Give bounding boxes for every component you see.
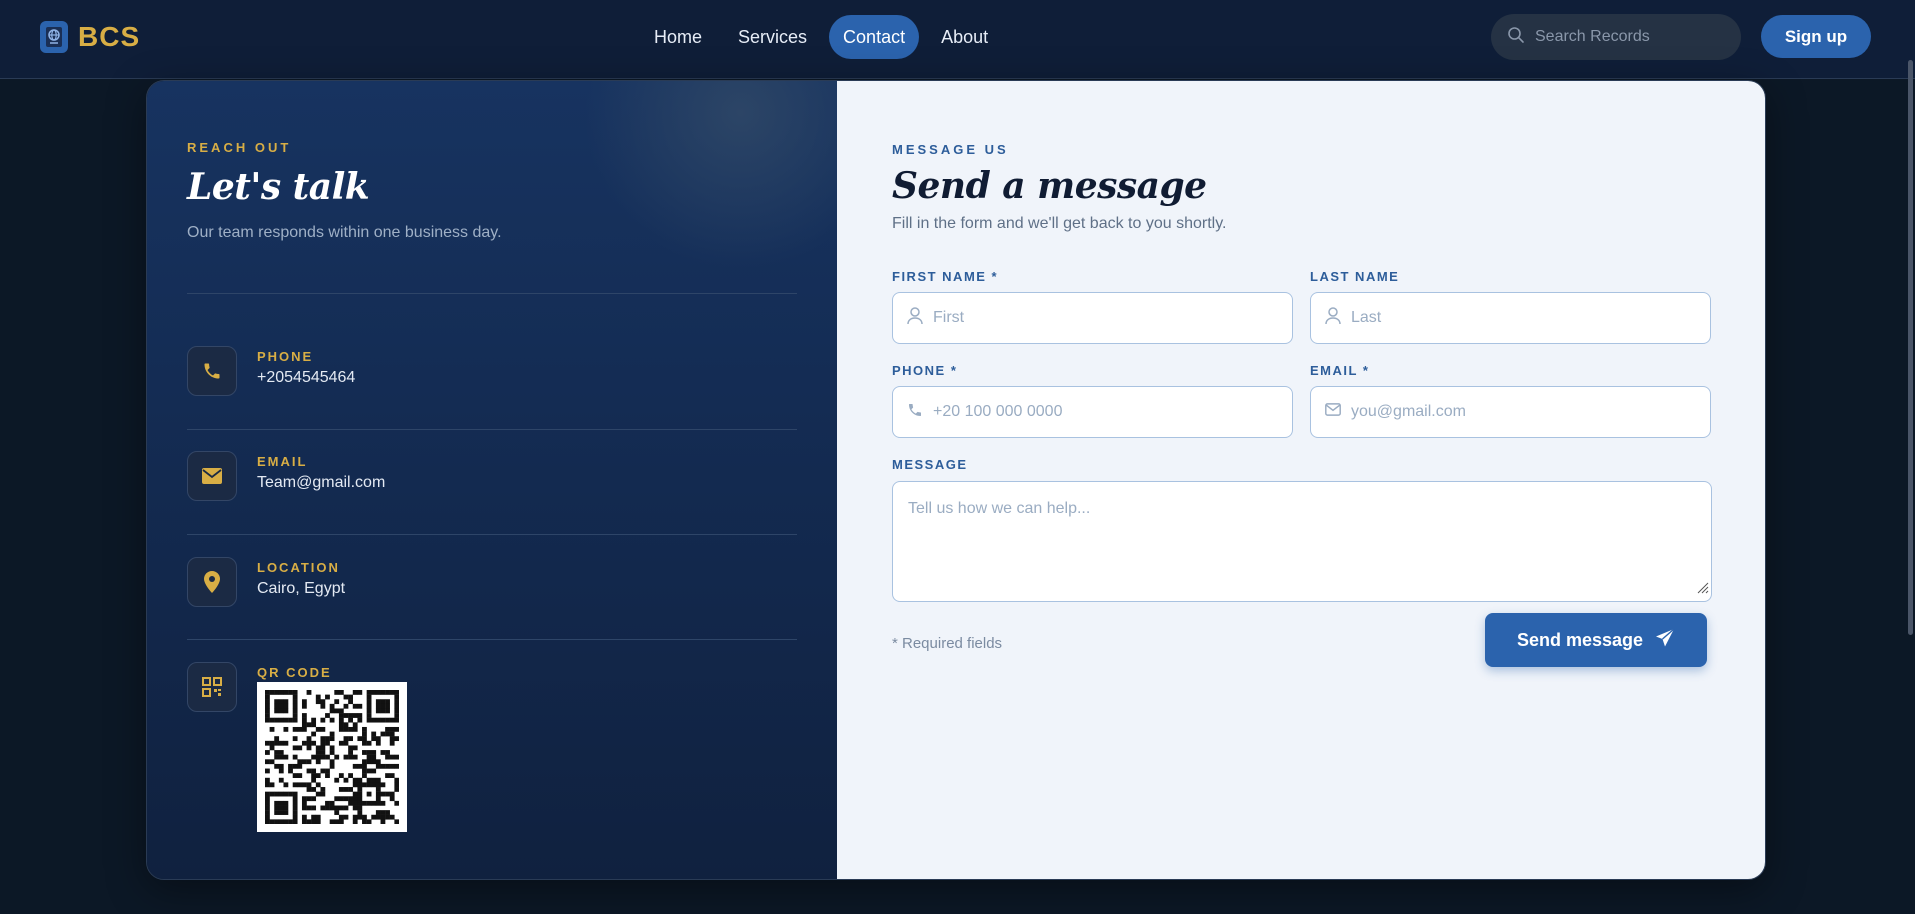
contact-info-subtitle: Our team responds within one business da… <box>187 224 502 241</box>
location-value: Cairo, Egypt <box>257 580 346 597</box>
phone-icon <box>187 346 237 396</box>
email-value: Team@gmail.com <box>257 474 386 491</box>
contact-info-panel: REACH OUT Let's talk Our team responds w… <box>147 81 837 879</box>
user-icon <box>1325 306 1341 330</box>
send-message-label: Send message <box>1516 629 1644 650</box>
last-name-label: LAST NAME <box>1310 269 1400 284</box>
message-field[interactable] <box>892 481 1712 602</box>
search-input[interactable] <box>1535 28 1725 46</box>
first-name-field[interactable] <box>892 292 1293 344</box>
required-fields-note: * Required fields <box>892 635 1003 652</box>
qr-code-image <box>257 682 407 832</box>
nav-home[interactable]: Home <box>640 15 716 59</box>
nav-about[interactable]: About <box>927 15 1002 59</box>
send-message-button[interactable]: Send message <box>1485 613 1707 667</box>
last-name-input[interactable] <box>1351 309 1659 327</box>
map-pin-icon <box>187 557 237 607</box>
form-title: Send a message <box>892 165 1207 207</box>
divider <box>187 293 797 294</box>
email-field[interactable] <box>1310 386 1711 438</box>
contact-card: REACH OUT Let's talk Our team responds w… <box>146 80 1766 880</box>
envelope-icon <box>187 451 237 501</box>
message-textarea[interactable] <box>893 482 1711 601</box>
paper-plane-icon <box>1655 627 1675 653</box>
phone-icon <box>907 402 923 423</box>
brand[interactable]: BCS <box>40 21 140 53</box>
message-us-eyebrow: MESSAGE US <box>892 142 1009 157</box>
message-form-panel: MESSAGE US Send a message Fill in the fo… <box>837 81 1765 879</box>
signup-button[interactable]: Sign up <box>1761 15 1871 58</box>
divider <box>187 639 797 640</box>
divider <box>187 534 797 535</box>
passport-icon <box>40 21 68 53</box>
form-subtitle: Fill in the form and we'll get back to y… <box>892 215 1227 232</box>
email-field-label: EMAIL * <box>1310 363 1370 378</box>
scrollbar-thumb[interactable] <box>1908 60 1913 635</box>
search-icon <box>1507 26 1525 49</box>
first-name-label: FIRST NAME * <box>892 269 999 284</box>
phone-input[interactable] <box>933 403 1241 421</box>
phone-label: PHONE <box>257 349 314 364</box>
top-navbar: BCS Home Services Contact About Sign up <box>0 0 1915 79</box>
brand-name: BCS <box>78 21 141 52</box>
reach-out-eyebrow: REACH OUT <box>187 140 292 155</box>
main-nav: Home Services Contact About <box>640 15 1002 59</box>
phone-value: +2054545464 <box>257 369 356 386</box>
nav-services[interactable]: Services <box>724 15 821 59</box>
phone-field-label: PHONE * <box>892 363 958 378</box>
email-input[interactable] <box>1351 403 1659 421</box>
nav-contact[interactable]: Contact <box>829 15 920 59</box>
contact-info-title: Let's talk <box>187 166 370 208</box>
resize-grip-icon[interactable] <box>1695 580 1709 599</box>
divider <box>187 429 797 430</box>
email-label: EMAIL <box>257 454 308 469</box>
qr-code-icon <box>187 662 237 712</box>
phone-field[interactable] <box>892 386 1293 438</box>
first-name-input[interactable] <box>933 309 1241 327</box>
qr-code-label: QR CODE <box>257 665 332 680</box>
envelope-icon <box>1325 403 1341 421</box>
location-label: LOCATION <box>257 560 340 575</box>
last-name-field[interactable] <box>1310 292 1711 344</box>
user-icon <box>907 306 923 330</box>
message-label: MESSAGE <box>892 457 968 472</box>
search-box[interactable] <box>1491 14 1741 60</box>
